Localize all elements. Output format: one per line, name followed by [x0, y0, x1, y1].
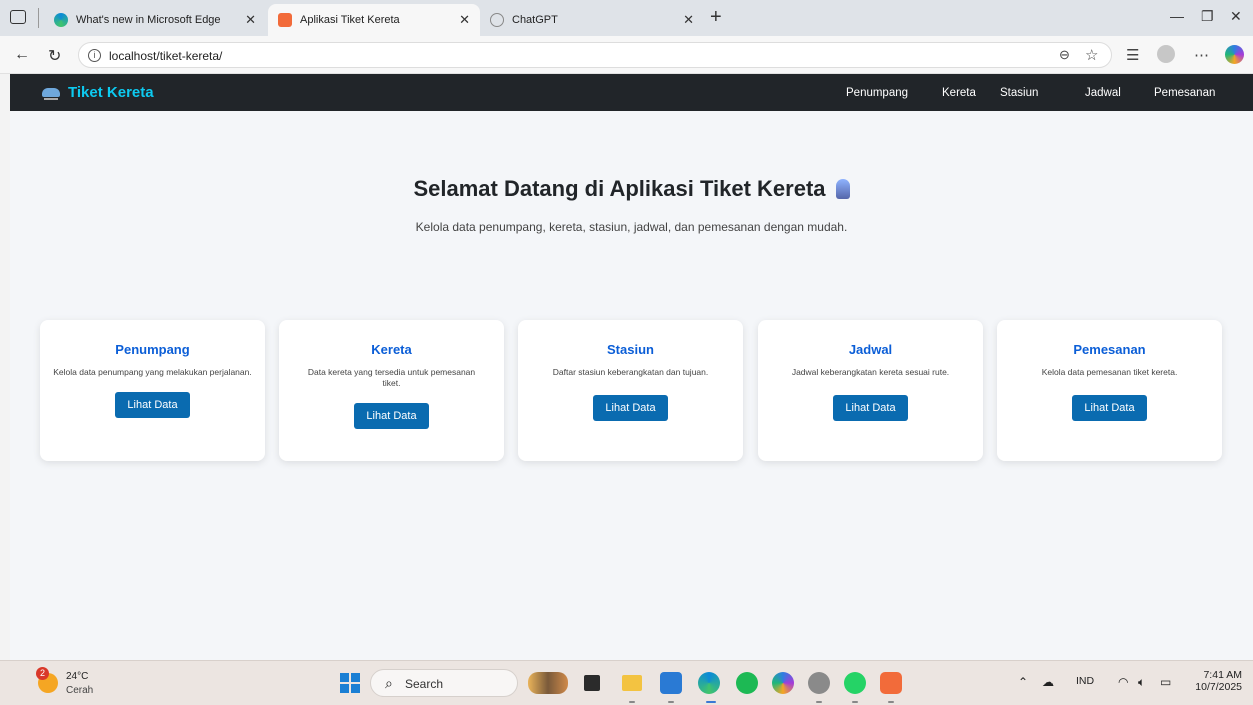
card-description: Daftar stasiun keberangkatan dan tujuan.: [552, 367, 709, 377]
close-icon[interactable]: ✕: [459, 12, 470, 28]
favorites-icon[interactable]: ☰: [1126, 46, 1139, 64]
card-title: Stasiun: [607, 342, 654, 357]
search-placeholder: Search: [405, 677, 444, 691]
brand-link[interactable]: Tiket Kereta: [42, 84, 154, 101]
volume-icon[interactable]: 🔈︎: [1138, 675, 1145, 690]
running-indicator: [629, 701, 635, 703]
language-indicator[interactable]: IND: [1076, 675, 1094, 687]
tab-edge-news[interactable]: What's new in Microsoft Edge ✕: [44, 4, 266, 36]
weather-description[interactable]: Cerah: [66, 685, 93, 696]
task-view-icon[interactable]: [584, 675, 600, 691]
address-bar-row: ← ↻ i localhost/tiket-kereta/ ⊖ ☆ ☰ ⋯: [0, 36, 1253, 74]
tab-title: ChatGPT: [512, 14, 558, 26]
running-indicator: [852, 701, 858, 703]
nav-penumpang[interactable]: Penumpang: [846, 87, 908, 99]
page-viewport: Tiket Kereta Penumpang Kereta Stasiun Ja…: [10, 74, 1253, 660]
back-icon[interactable]: ←: [14, 46, 30, 64]
card-description: Kelola data penumpang yang melakukan per…: [53, 367, 252, 377]
edge-icon[interactable]: [698, 672, 720, 694]
url-field[interactable]: i localhost/tiket-kereta/ ⊖ ☆: [78, 42, 1112, 68]
time-text: 7:41 AM: [1203, 669, 1242, 681]
edge-icon: [54, 13, 68, 27]
search-icon: ⌕: [385, 675, 393, 691]
url-text: localhost/tiket-kereta/: [109, 49, 223, 63]
battery-icon[interactable]: ▭: [1160, 675, 1171, 689]
vscode-icon[interactable]: [660, 672, 682, 694]
close-window-icon[interactable]: ✕: [1230, 8, 1242, 25]
close-icon[interactable]: ✕: [683, 12, 694, 28]
page-title-text: Selamat Datang di Aplikasi Tiket Kereta: [413, 176, 826, 201]
nav-stasiun[interactable]: Stasiun: [1000, 87, 1038, 99]
copilot-icon[interactable]: [772, 672, 794, 694]
running-indicator: [816, 701, 822, 703]
nav-pemesanan[interactable]: Pemesanan: [1154, 87, 1215, 99]
page-title: Selamat Datang di Aplikasi Tiket Kereta: [10, 176, 1253, 202]
lihat-data-button[interactable]: Lihat Data: [833, 395, 908, 421]
settings-icon[interactable]: [808, 672, 830, 694]
more-icon[interactable]: ⋯: [1194, 46, 1209, 64]
active-indicator: [706, 701, 716, 703]
card-description: Data kereta yang tersedia untuk pemesana…: [307, 367, 476, 388]
card-penumpang: Penumpang Kelola data penumpang yang mel…: [40, 320, 265, 461]
lihat-data-button[interactable]: Lihat Data: [1072, 395, 1147, 421]
whatsapp-icon[interactable]: [844, 672, 866, 694]
card-title: Kereta: [371, 342, 412, 357]
card-description: Jadwal keberangkatan kereta sesuai rute.: [791, 367, 950, 377]
copilot-icon[interactable]: [1225, 45, 1244, 64]
tab-title: Aplikasi Tiket Kereta: [300, 14, 400, 26]
tab-title: What's new in Microsoft Edge: [76, 14, 221, 26]
train-icon: [42, 88, 60, 100]
tab-actions-icon[interactable]: [10, 10, 26, 24]
card-title: Pemesanan: [1073, 342, 1146, 357]
wifi-icon[interactable]: ◠: [1118, 675, 1128, 689]
tab-tiket-kereta[interactable]: Aplikasi Tiket Kereta ✕: [268, 4, 480, 36]
card-jadwal: Jadwal Jadwal keberangkatan kereta sesua…: [758, 320, 983, 461]
close-icon[interactable]: ✕: [245, 12, 256, 28]
restore-icon[interactable]: ❐: [1201, 8, 1214, 25]
clock[interactable]: 7:41 AM 10/7/2025: [1186, 669, 1242, 693]
weather-temperature[interactable]: 24°C: [66, 671, 88, 682]
nav-jadwal[interactable]: Jadwal: [1085, 87, 1121, 99]
lihat-data-button[interactable]: Lihat Data: [354, 403, 429, 429]
lihat-data-button[interactable]: Lihat Data: [593, 395, 668, 421]
minimize-icon[interactable]: —: [1170, 8, 1184, 24]
divider: [38, 8, 39, 28]
running-indicator: [668, 701, 674, 703]
card-stasiun: Stasiun Daftar stasiun keberangkatan dan…: [518, 320, 743, 461]
onedrive-icon[interactable]: ☁: [1042, 675, 1054, 689]
xampp-icon[interactable]: [880, 672, 902, 694]
page-subtitle: Kelola data penumpang, kereta, stasiun, …: [415, 220, 848, 234]
widgets-icon[interactable]: [528, 672, 568, 694]
running-indicator: [888, 701, 894, 703]
profile-avatar[interactable]: [1157, 45, 1175, 63]
card-title: Penumpang: [115, 342, 190, 357]
card-kereta: Kereta Data kereta yang tersedia untuk p…: [279, 320, 504, 461]
notification-badge: 2: [36, 667, 49, 680]
card-pemesanan: Pemesanan Kelola data pemesanan tiket ke…: [997, 320, 1222, 461]
card-description: Kelola data pemesanan tiket kereta.: [1041, 367, 1178, 377]
xampp-icon: [278, 13, 292, 27]
chevron-up-icon[interactable]: ⌃: [1018, 675, 1028, 689]
lihat-data-button[interactable]: Lihat Data: [115, 392, 190, 418]
favorite-star-icon[interactable]: ☆: [1085, 46, 1098, 64]
windows-start-icon[interactable]: [340, 673, 360, 693]
nav-kereta[interactable]: Kereta: [942, 87, 976, 99]
taskbar-search[interactable]: ⌕ Search: [370, 669, 518, 697]
refresh-icon[interactable]: ↻: [48, 46, 61, 66]
tab-chatgpt[interactable]: ChatGPT ✕: [480, 4, 704, 36]
app-navbar: Tiket Kereta Penumpang Kereta Stasiun Ja…: [10, 74, 1253, 111]
zoom-icon[interactable]: ⊖: [1059, 47, 1070, 63]
train-emoji-icon: [835, 179, 850, 199]
date-text: 10/7/2025: [1195, 681, 1242, 693]
brand-text: Tiket Kereta: [68, 84, 154, 101]
taskbar: 2 24°C Cerah ⌕ Search ⌃ ☁ IND ◠ 🔈︎ ▭ 7:4…: [0, 660, 1253, 705]
card-title: Jadwal: [848, 342, 893, 357]
chatgpt-icon: [490, 13, 504, 27]
info-icon[interactable]: i: [88, 49, 101, 62]
spotify-icon[interactable]: [736, 672, 758, 694]
file-explorer-icon[interactable]: [622, 675, 642, 691]
browser-tab-strip: What's new in Microsoft Edge ✕ Aplikasi …: [0, 0, 1253, 36]
new-tab-button[interactable]: +: [710, 6, 722, 29]
